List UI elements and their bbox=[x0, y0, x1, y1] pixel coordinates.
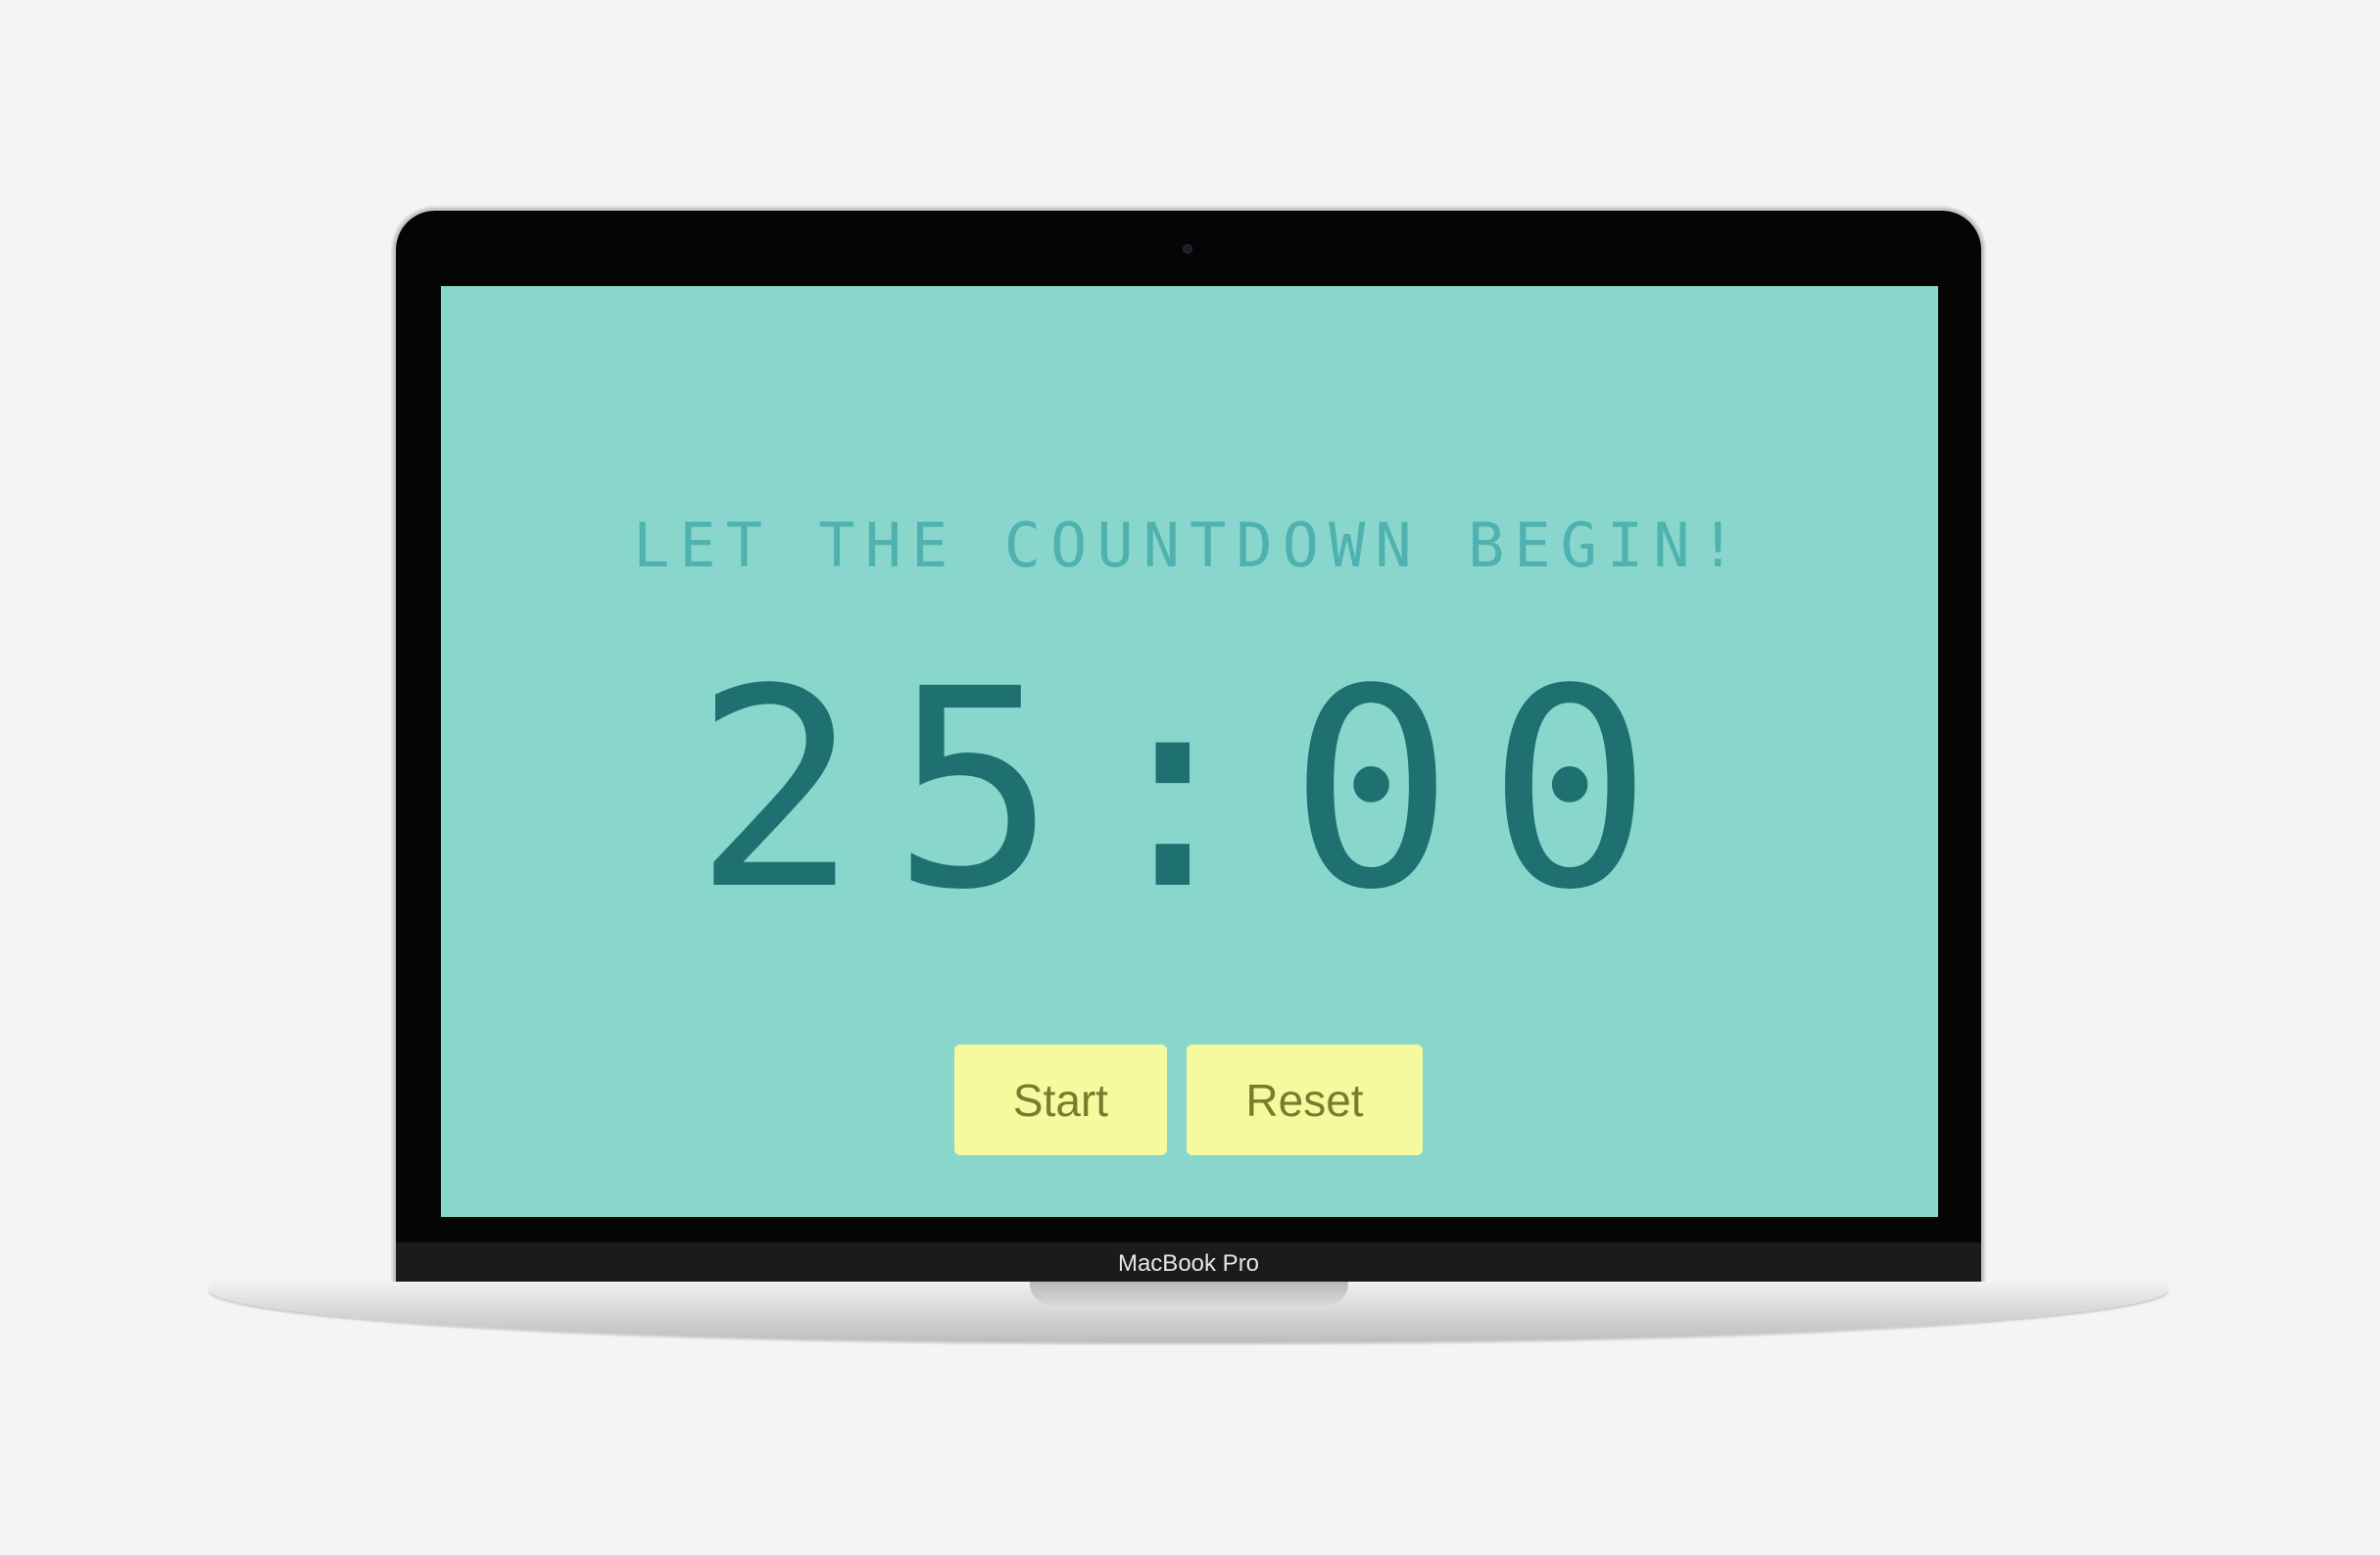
camera-icon bbox=[1183, 244, 1192, 254]
app-screen: LET THE COUNTDOWN BEGIN! 25:00 Start Res… bbox=[441, 286, 1938, 1217]
laptop-lid: LET THE COUNTDOWN BEGIN! 25:00 Start Res… bbox=[396, 211, 1981, 1284]
bottom-bezel: MacBook Pro bbox=[396, 1242, 1981, 1284]
countdown-headline: LET THE COUNTDOWN BEGIN! bbox=[633, 510, 1746, 581]
opening-notch bbox=[1030, 1282, 1348, 1305]
timer-controls: Start Reset bbox=[441, 1045, 1938, 1155]
start-button[interactable]: Start bbox=[954, 1045, 1167, 1155]
brand-label: MacBook Pro bbox=[1117, 1250, 1260, 1277]
reset-button[interactable]: Reset bbox=[1187, 1045, 1423, 1155]
timer-display: 25:00 bbox=[693, 631, 1686, 950]
laptop-mockup: LET THE COUNTDOWN BEGIN! 25:00 Start Res… bbox=[0, 0, 2380, 1555]
laptop-base bbox=[209, 1282, 2168, 1342]
